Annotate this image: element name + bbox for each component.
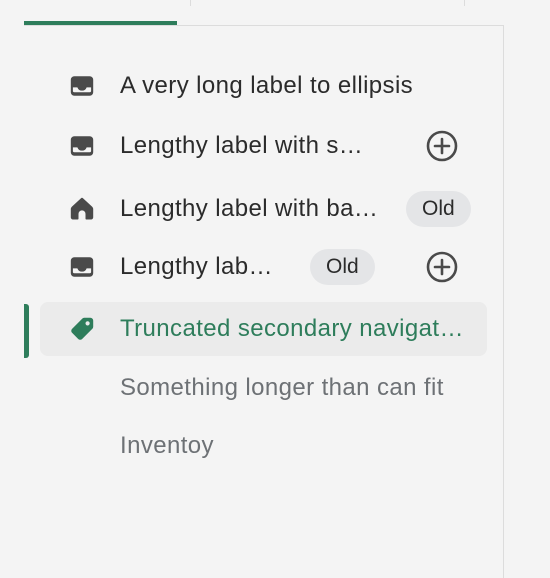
nav-item-label: Lengthy label with badge [120, 195, 386, 222]
nav-item-secondary-action[interactable]: Lengthy label with secondary action [40, 119, 487, 173]
home-icon [68, 195, 96, 223]
nav-item-label: Lengthy label with badge and action [120, 253, 284, 280]
nav-item-label: Truncated secondary navigation item [120, 315, 464, 342]
nav-sub-item-inventory[interactable]: Inventoy [40, 419, 487, 473]
tab-divider [190, 0, 191, 6]
status-badge: Old [310, 249, 375, 285]
inbox-icon [68, 132, 96, 160]
nav-item-label: Something longer than can fit [120, 374, 444, 401]
status-badge: Old [406, 191, 471, 227]
nav-item-label: A very long label to ellipsis [120, 72, 414, 99]
tab-divider [464, 0, 465, 6]
tab-active-indicator[interactable] [24, 0, 177, 25]
add-circle-icon[interactable] [425, 129, 459, 163]
nav-item-label: Inventoy [120, 432, 214, 459]
inbox-icon [68, 253, 96, 281]
nav-item-very-long-label[interactable]: A very long label to ellipsis [40, 59, 487, 113]
selected-indicator [24, 304, 29, 358]
nav-item-badge[interactable]: Lengthy label with badge Old [40, 182, 487, 236]
top-tab-bar [24, 0, 503, 26]
nav-item-badge-action[interactable]: Lengthy label with badge and action Old [40, 240, 487, 294]
nav-item-truncated-secondary[interactable]: Truncated secondary navigation item [40, 302, 487, 356]
nav-sub-item[interactable]: Something longer than can fit [40, 361, 487, 415]
navigation-panel: A very long label to ellipsis Lengthy la… [24, 25, 504, 578]
add-circle-icon[interactable] [425, 250, 459, 284]
nav-item-label: Lengthy label with secondary action [120, 132, 370, 159]
inbox-icon [68, 72, 96, 100]
tag-icon [68, 315, 96, 343]
content-area [504, 0, 550, 578]
